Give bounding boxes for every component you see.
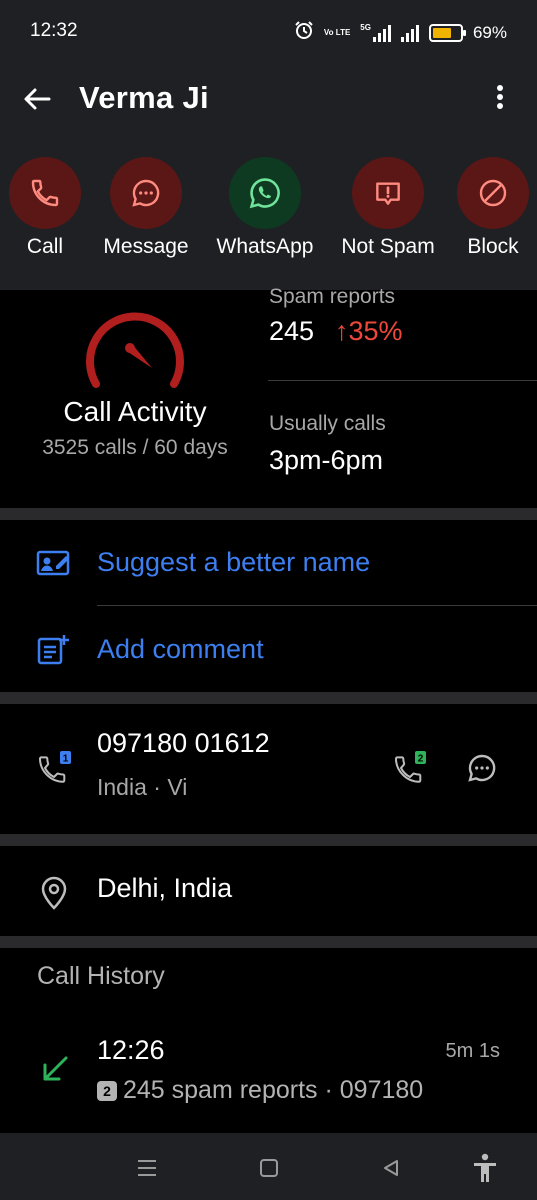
call-activity-count: 3525 calls / 60 days xyxy=(42,436,228,459)
back-button[interactable] xyxy=(20,82,54,116)
add-comment-link[interactable]: Add comment xyxy=(97,634,264,665)
section-divider xyxy=(0,834,537,846)
more-options-button[interactable] xyxy=(483,80,517,114)
section-divider xyxy=(0,508,537,520)
not-spam-icon[interactable] xyxy=(352,157,424,229)
sim2-badge: 2 xyxy=(97,1080,117,1101)
whatsapp-action[interactable]: WhatsApp xyxy=(205,157,325,259)
system-nav-bar xyxy=(0,1133,537,1200)
section-divider xyxy=(0,936,537,948)
history-time: 12:26 xyxy=(97,1035,165,1065)
usually-calls-value: 3pm-6pm xyxy=(269,445,384,475)
call-activity-gauge-icon xyxy=(86,312,184,388)
location-row: Delhi, India xyxy=(0,846,537,936)
stats-card: Call Activity 3525 calls / 60 days Spam … xyxy=(0,285,537,508)
spam-reports-change: ↑35% xyxy=(335,316,403,346)
phone-number-row: 1 097180 01612 India · Vi 2 xyxy=(0,704,537,834)
call-sim2-icon[interactable]: 2 xyxy=(392,750,428,786)
message-action[interactable]: Message xyxy=(86,157,206,259)
message-icon[interactable] xyxy=(466,752,498,784)
call-history-section: Call History 12:26 5m 1s 2 245 spam repo… xyxy=(0,948,537,1133)
not-spam-action[interactable]: Not Spam xyxy=(328,157,448,259)
incoming-call-arrow-icon xyxy=(43,1056,68,1081)
suggest-name-link[interactable]: Suggest a better name xyxy=(97,547,370,578)
status-time: 12:32 xyxy=(30,20,78,41)
back-nav-button[interactable] xyxy=(376,1153,406,1183)
accessibility-icon xyxy=(474,1153,496,1182)
status-icons: Vo LTE 5G 69% xyxy=(294,20,507,45)
alarm-icon xyxy=(294,20,314,45)
contact-name: Verma Ji xyxy=(79,80,209,115)
spam-reports-label: Spam reports xyxy=(269,285,396,308)
suggest-name-row[interactable]: Suggest a better name xyxy=(0,520,537,606)
section-divider xyxy=(0,692,537,704)
menu-icon xyxy=(138,1160,156,1176)
home-icon xyxy=(260,1159,278,1177)
menu-nav-button[interactable] xyxy=(132,1153,162,1183)
phone-icon[interactable] xyxy=(9,157,81,229)
location-text: Delhi, India xyxy=(97,873,233,903)
signal-5g-icon: 5G xyxy=(360,23,391,42)
spam-reports-count: 245 xyxy=(269,316,315,346)
whatsapp-icon[interactable] xyxy=(229,157,301,229)
svg-text:2: 2 xyxy=(418,754,424,765)
status-bar: 12:32 Vo LTE 5G 69% xyxy=(0,0,537,64)
phone-carrier: India · Vi xyxy=(97,774,188,800)
more-vert-icon xyxy=(497,85,503,109)
history-detail: 2 245 spam reports · 097180 xyxy=(97,1076,423,1105)
svg-text:1: 1 xyxy=(63,754,69,765)
block-action[interactable]: Block xyxy=(433,157,537,259)
call-sim1-icon[interactable]: 1 xyxy=(36,750,72,786)
contact-header: Verma Ji Call Message WhatsApp Not Spam … xyxy=(0,64,537,290)
battery-percent: 69% xyxy=(472,22,507,42)
divider xyxy=(268,380,537,381)
block-icon[interactable] xyxy=(457,157,529,229)
location-pin-icon xyxy=(41,876,67,910)
call-activity-title: Call Activity xyxy=(63,396,207,427)
usually-calls-label: Usually calls xyxy=(269,412,386,435)
back-arrow-icon xyxy=(24,88,51,110)
history-entry[interactable]: 12:26 5m 1s 2 245 spam reports · 097180 xyxy=(0,1018,537,1128)
message-icon[interactable] xyxy=(110,157,182,229)
add-comment-icon xyxy=(37,635,69,665)
edit-name-icon xyxy=(36,550,70,576)
volte-icon: Vo LTE xyxy=(323,27,351,37)
home-nav-button[interactable] xyxy=(254,1153,284,1183)
add-comment-row[interactable]: Add comment xyxy=(0,606,537,692)
call-history-title: Call History xyxy=(37,962,165,990)
phone-number: 097180 01612 xyxy=(97,728,270,758)
battery-icon xyxy=(428,23,466,42)
signal-icon xyxy=(400,24,419,42)
history-detail-text: 245 spam reports · 097180 xyxy=(123,1076,424,1104)
history-duration: 5m 1s xyxy=(445,1040,500,1062)
accessibility-nav-button[interactable] xyxy=(470,1153,500,1183)
back-triangle-icon xyxy=(384,1160,398,1176)
